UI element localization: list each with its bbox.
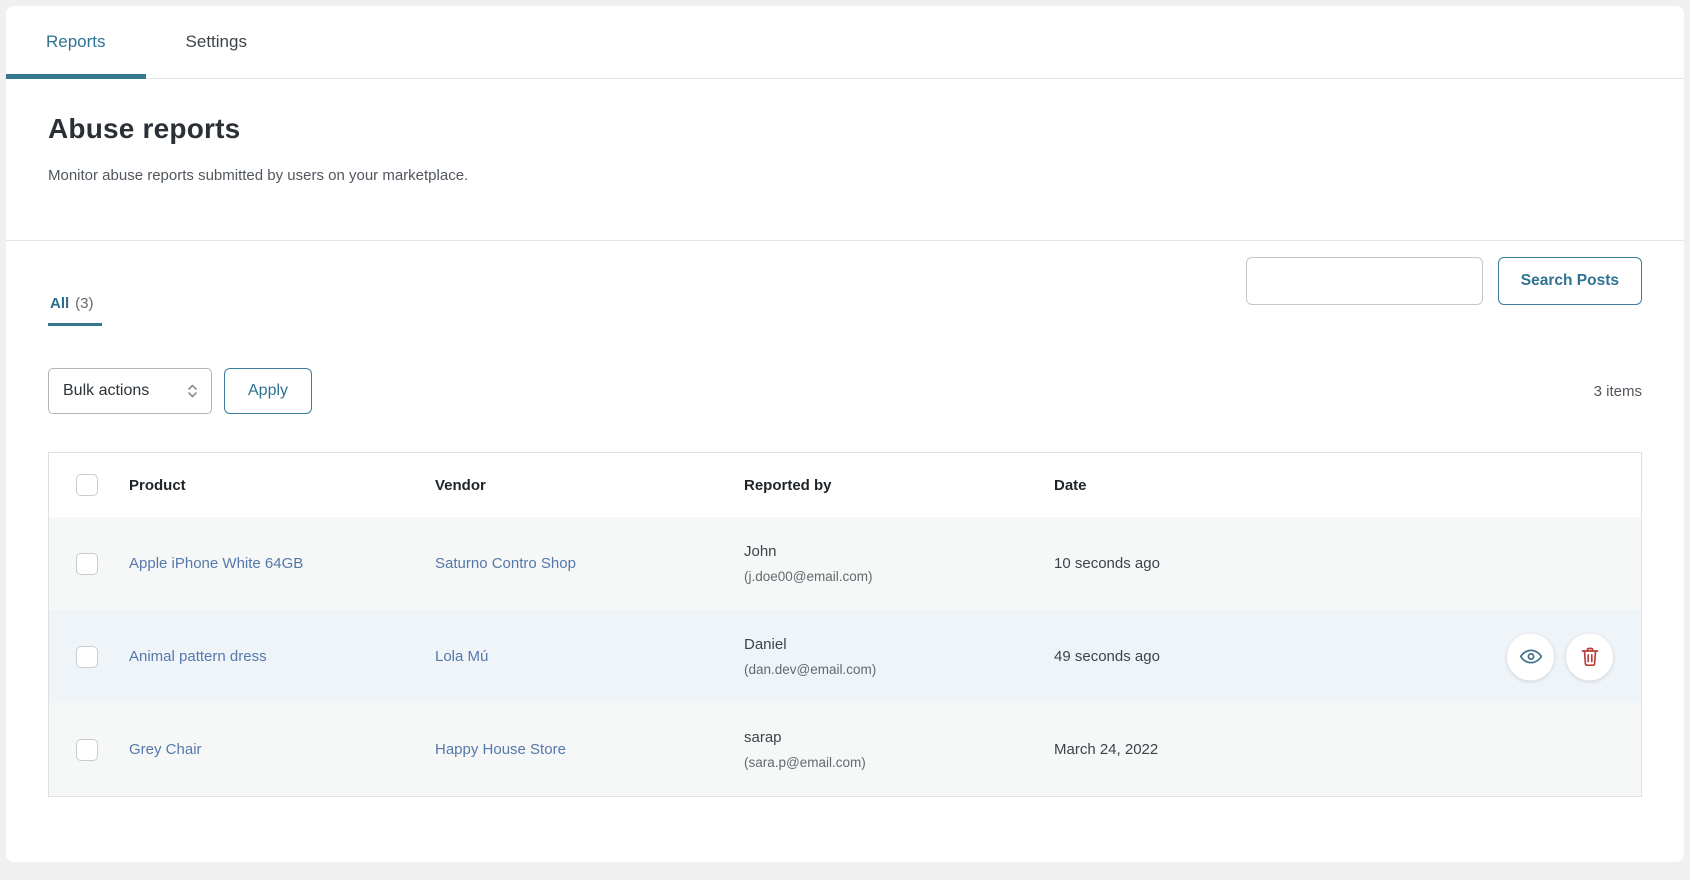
row-checkbox[interactable] — [76, 646, 98, 668]
column-header-date: Date — [1054, 477, 1641, 494]
page-title: Abuse reports — [48, 113, 1642, 145]
tab-settings-label: Settings — [186, 32, 247, 52]
chevron-up-down-icon — [186, 382, 199, 400]
trash-icon — [1578, 645, 1602, 669]
delete-report-button[interactable] — [1566, 633, 1613, 680]
vendor-link[interactable]: Saturno Contro Shop — [435, 555, 576, 572]
table-row: Apple iPhone White 64GB Saturno Contro S… — [49, 517, 1641, 610]
tab-settings[interactable]: Settings — [146, 6, 287, 78]
reporter-email: (dan.dev@email.com) — [744, 662, 1054, 677]
column-header-reported-by: Reported by — [744, 477, 1054, 494]
report-date: March 24, 2022 — [1054, 741, 1641, 758]
reporter-name: sarap — [744, 729, 1054, 746]
column-header-product: Product — [129, 477, 435, 494]
reports-table: Product Vendor Reported by Date Apple iP… — [48, 452, 1642, 797]
row-actions — [1507, 633, 1613, 680]
report-date: 10 seconds ago — [1054, 555, 1641, 572]
view-report-button[interactable] — [1507, 633, 1554, 680]
search-input[interactable] — [1246, 257, 1483, 305]
vendor-link[interactable]: Happy House Store — [435, 741, 566, 758]
reporter-name: Daniel — [744, 636, 1054, 653]
product-link[interactable]: Animal pattern dress — [129, 648, 267, 665]
product-link[interactable]: Apple iPhone White 64GB — [129, 555, 303, 572]
table-row: Animal pattern dress Lola Mú Daniel (dan… — [49, 610, 1641, 703]
content-area: All (3) Search Posts Bulk actions — [6, 257, 1684, 797]
items-count: 3 items — [1594, 383, 1642, 400]
filter-all[interactable]: All (3) — [48, 295, 102, 326]
column-header-vendor: Vendor — [435, 477, 744, 494]
abuse-reports-panel: Reports Settings Abuse reports Monitor a… — [6, 6, 1684, 862]
eye-icon — [1518, 644, 1544, 670]
bulk-actions-select[interactable]: Bulk actions — [48, 368, 212, 414]
table-header-row: Product Vendor Reported by Date — [49, 453, 1641, 517]
apply-button[interactable]: Apply — [224, 368, 312, 414]
reporter-email: (j.doe00@email.com) — [744, 569, 1054, 584]
search-group: Search Posts — [1246, 257, 1642, 305]
select-all-checkbox[interactable] — [76, 474, 98, 496]
filter-all-label: All — [50, 295, 69, 312]
bulk-actions-select-value: Bulk actions — [63, 382, 149, 400]
filter-all-count: (3) — [75, 295, 93, 312]
search-posts-button[interactable]: Search Posts — [1498, 257, 1642, 305]
vendor-link[interactable]: Lola Mú — [435, 648, 488, 665]
page-subtitle: Monitor abuse reports submitted by users… — [48, 167, 1642, 184]
tab-reports-label: Reports — [46, 32, 106, 52]
reporter-email: (sara.p@email.com) — [744, 755, 1054, 770]
product-link[interactable]: Grey Chair — [129, 741, 202, 758]
table-row: Grey Chair Happy House Store sarap (sara… — [49, 703, 1641, 796]
reporter-name: John — [744, 543, 1054, 560]
tab-reports[interactable]: Reports — [6, 6, 146, 78]
row-checkbox[interactable] — [76, 553, 98, 575]
page-header: Abuse reports Monitor abuse reports subm… — [6, 79, 1684, 241]
top-tabbar: Reports Settings — [6, 6, 1684, 79]
row-checkbox[interactable] — [76, 739, 98, 761]
